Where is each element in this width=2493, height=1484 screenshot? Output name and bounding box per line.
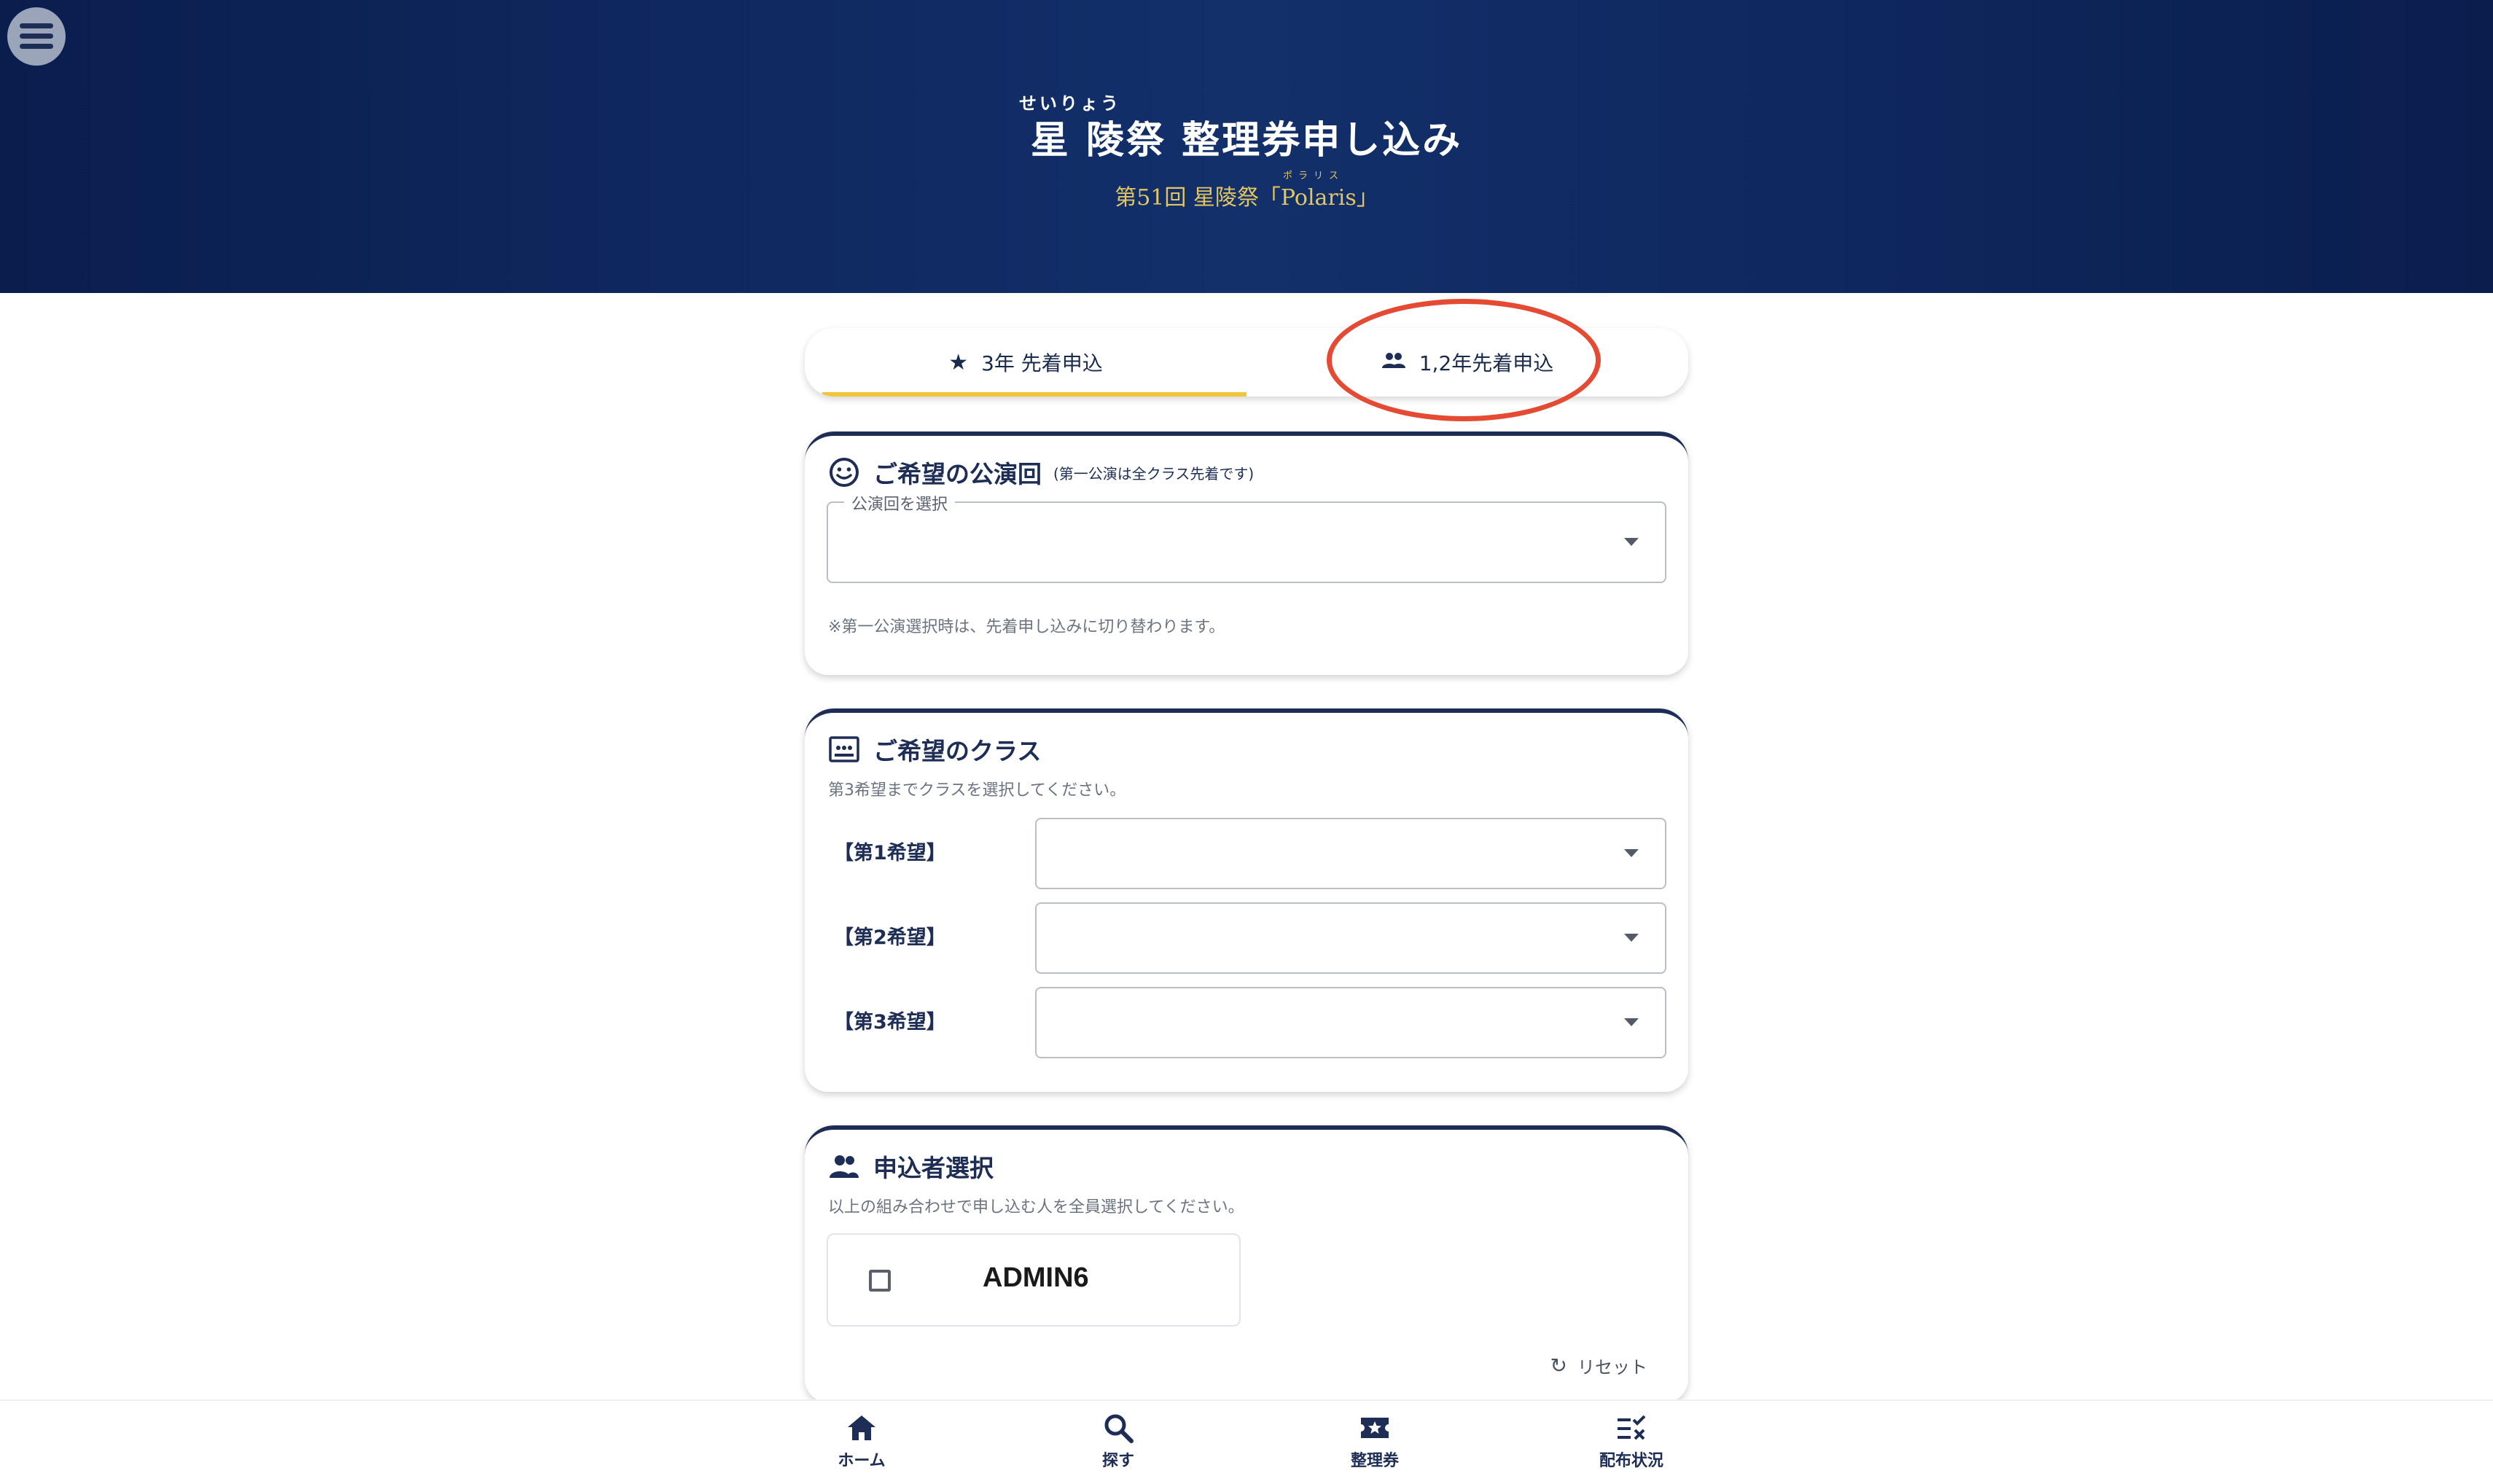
member-option[interactable]: ADMIN6 bbox=[827, 1233, 1241, 1327]
select-legend: 公演回を選択 bbox=[844, 491, 956, 515]
page: せいりょう 星 陵祭 整理券申し込み ポラリス 第51回 星陵祭「Polaris… bbox=[0, 0, 2493, 1484]
refresh-icon: ↻ bbox=[1550, 1354, 1567, 1378]
pref-3-label: 【第3希望】 bbox=[834, 1011, 946, 1034]
reset-label: リセット bbox=[1577, 1357, 1647, 1378]
nav-distribution-status[interactable]: 配布状況 bbox=[1558, 1411, 1704, 1471]
card-header: ご希望の公演回 (第一公演は全クラス先着です) bbox=[828, 455, 1254, 490]
reset-button[interactable]: ↻ リセット bbox=[1550, 1353, 1647, 1378]
smiley-icon bbox=[830, 458, 859, 487]
pref-2-select[interactable] bbox=[1035, 902, 1666, 974]
checklist-icon bbox=[1618, 1415, 1646, 1440]
pref-2-label: 【第2希望】 bbox=[834, 926, 946, 949]
tab-label: 3年 先着申込 bbox=[981, 351, 1103, 375]
card-note: (第一公演は全クラス先着です) bbox=[1053, 464, 1255, 483]
class-choice-desc: 第3希望までクラスを選択してください。 bbox=[828, 781, 1126, 800]
nav-search[interactable]: 探す bbox=[1045, 1411, 1191, 1471]
member-name: ADMIN6 bbox=[983, 1262, 1089, 1293]
page-title: 星 陵祭 整理券申し込み bbox=[1030, 119, 1463, 163]
card-title: ご希望の公演回 bbox=[873, 460, 1042, 488]
pref-1-select[interactable] bbox=[1035, 818, 1666, 889]
caret-down-icon bbox=[1624, 538, 1639, 546]
pref-3-select[interactable] bbox=[1035, 987, 1666, 1058]
annotation-circle bbox=[1327, 299, 1601, 421]
card-title: 申込者選択 bbox=[873, 1154, 994, 1182]
hamburger-icon bbox=[20, 23, 53, 50]
nav-ticket[interactable]: 整理券 bbox=[1302, 1411, 1448, 1471]
card-header: 申込者選択 bbox=[828, 1149, 994, 1184]
ticket-icon bbox=[1361, 1418, 1389, 1438]
card-header: ご希望のクラス bbox=[828, 732, 1041, 767]
class-choice-card: ご希望のクラス 第3希望までクラスを選択してください。 【第1希望】 【第2希望… bbox=[805, 708, 1688, 1092]
nav-label: 探す bbox=[1101, 1452, 1134, 1470]
page-subtitle: 第51回 星陵祭「Polaris」 bbox=[1115, 185, 1378, 211]
card-title: ご希望のクラス bbox=[873, 737, 1042, 765]
nav-label: ホーム bbox=[838, 1452, 886, 1470]
applicant-desc: 以上の組み合わせで申し込む人を全員選択してください。 bbox=[828, 1198, 1244, 1217]
caret-down-icon bbox=[1624, 849, 1639, 857]
star-icon: ★ bbox=[948, 349, 969, 375]
caret-down-icon bbox=[1624, 934, 1639, 942]
caret-down-icon bbox=[1624, 1018, 1639, 1026]
search-icon bbox=[1104, 1414, 1134, 1443]
tab-grade3-first-come[interactable]: ★ 3年 先着申込 bbox=[805, 328, 1246, 397]
checkbox[interactable] bbox=[869, 1270, 891, 1292]
home-icon bbox=[848, 1415, 875, 1440]
applicant-card: 申込者選択 以上の組み合わせで申し込む人を全員選択してください。 ADMIN6 … bbox=[805, 1125, 1688, 1402]
nav-label: 整理券 bbox=[1350, 1452, 1399, 1470]
classroom-icon bbox=[829, 736, 859, 762]
header-banner: せいりょう 星 陵祭 整理券申し込み ポラリス 第51回 星陵祭「Polaris… bbox=[0, 0, 2493, 293]
nav-home[interactable]: ホーム bbox=[789, 1411, 935, 1471]
people-icon bbox=[830, 1155, 859, 1178]
performance-hint: ※第一公演選択時は、先着申し込みに切り替わります。 bbox=[828, 618, 1225, 636]
menu-button[interactable] bbox=[7, 7, 66, 66]
pref-1-label: 【第1希望】 bbox=[834, 842, 946, 864]
performance-card: ご希望の公演回 (第一公演は全クラス先着です) 公演回を選択 ※第一公演選択時は… bbox=[805, 431, 1688, 675]
performance-select[interactable]: 公演回を選択 bbox=[827, 491, 1666, 583]
bottom-navigation: ホーム 探す 整理券 配布状況 bbox=[0, 1399, 2493, 1484]
nav-label: 配布状況 bbox=[1599, 1452, 1663, 1470]
